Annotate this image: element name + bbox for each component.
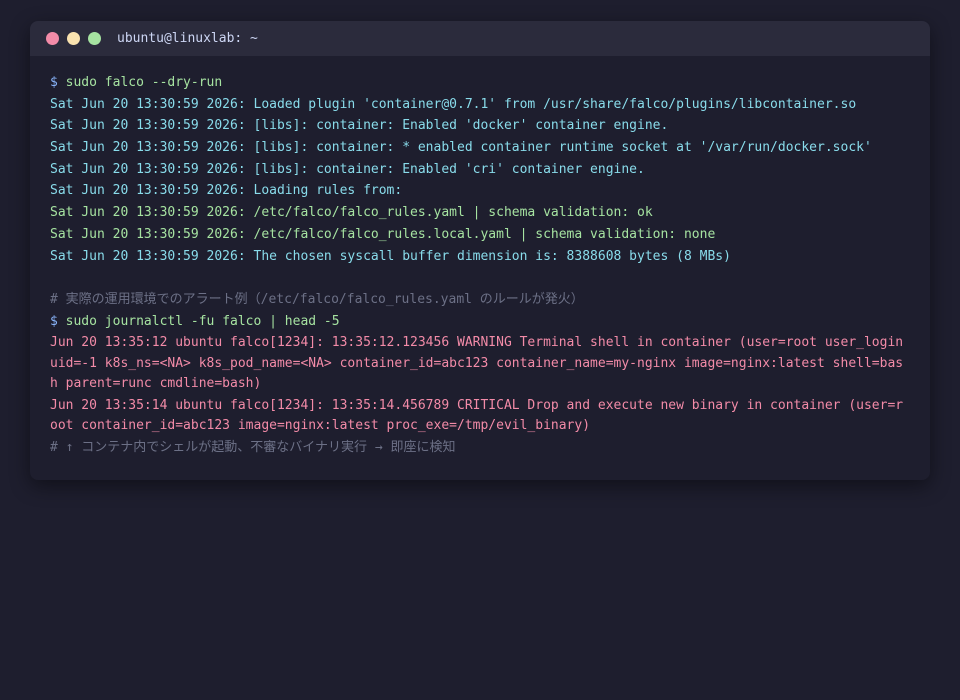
minimize-button[interactable] [67,32,80,45]
title-bar[interactable]: ubuntu@linuxlab: ~ [30,21,930,56]
comment-line: # ↑ コンテナ内でシェルが起動、不審なバイナリ実行 → 即座に検知 [50,438,910,459]
command-text: sudo falco --dry-run [65,75,223,90]
command-line: $ sudo journalctl -fu falco | head -5 [50,312,910,333]
terminal-window[interactable]: ubuntu@linuxlab: ~ $ sudo falco --dry-ru… [30,21,930,480]
prompt-symbol: $ [50,313,58,329]
prompt-symbol: $ [50,75,58,90]
close-button[interactable] [46,32,59,45]
output-line: Sat Jun 20 13:30:59 2026: Loading rules … [50,183,403,199]
comment-text: ↑ コンテナ内でシェルが起動、不審なバイナリ実行 → 即座に検知 [65,440,456,456]
command-line: $ sudo falco --dry-run [50,73,910,94]
comment-symbol: # [50,440,58,456]
alert-line-critical: Jun 20 13:35:14 ubuntu falco[1234]: 13:3… [50,397,904,434]
comment-symbol: # [50,291,58,307]
window-title: ubuntu@linuxlab: ~ [117,31,258,46]
output-line: Sat Jun 20 13:30:59 2026: [libs]: contai… [50,118,669,134]
output-line: Sat Jun 20 13:30:59 2026: [libs]: contai… [50,161,645,177]
alert-line-warning: Jun 20 13:35:12 ubuntu falco[1234]: 13:3… [50,335,904,392]
command-text: sudo journalctl -fu falco | head -5 [65,313,340,329]
output-line: Sat Jun 20 13:30:59 2026: [libs]: contai… [50,140,872,156]
output-line-success: Sat Jun 20 13:30:59 2026: /etc/falco/fal… [50,226,716,242]
comment-text: 実際の運用環境でのアラート例（/etc/falco/falco_rules.ya… [65,291,584,307]
output-line: Sat Jun 20 13:30:59 2026: The chosen sys… [50,248,731,264]
terminal-content[interactable]: $ sudo falco --dry-run Sat Jun 20 13:30:… [30,56,930,459]
maximize-button[interactable] [88,32,101,45]
output-line-success: Sat Jun 20 13:30:59 2026: /etc/falco/fal… [50,205,653,221]
output-line: Sat Jun 20 13:30:59 2026: Loaded plugin … [50,96,857,112]
comment-line: # 実際の運用環境でのアラート例（/etc/falco/falco_rules.… [50,290,910,311]
